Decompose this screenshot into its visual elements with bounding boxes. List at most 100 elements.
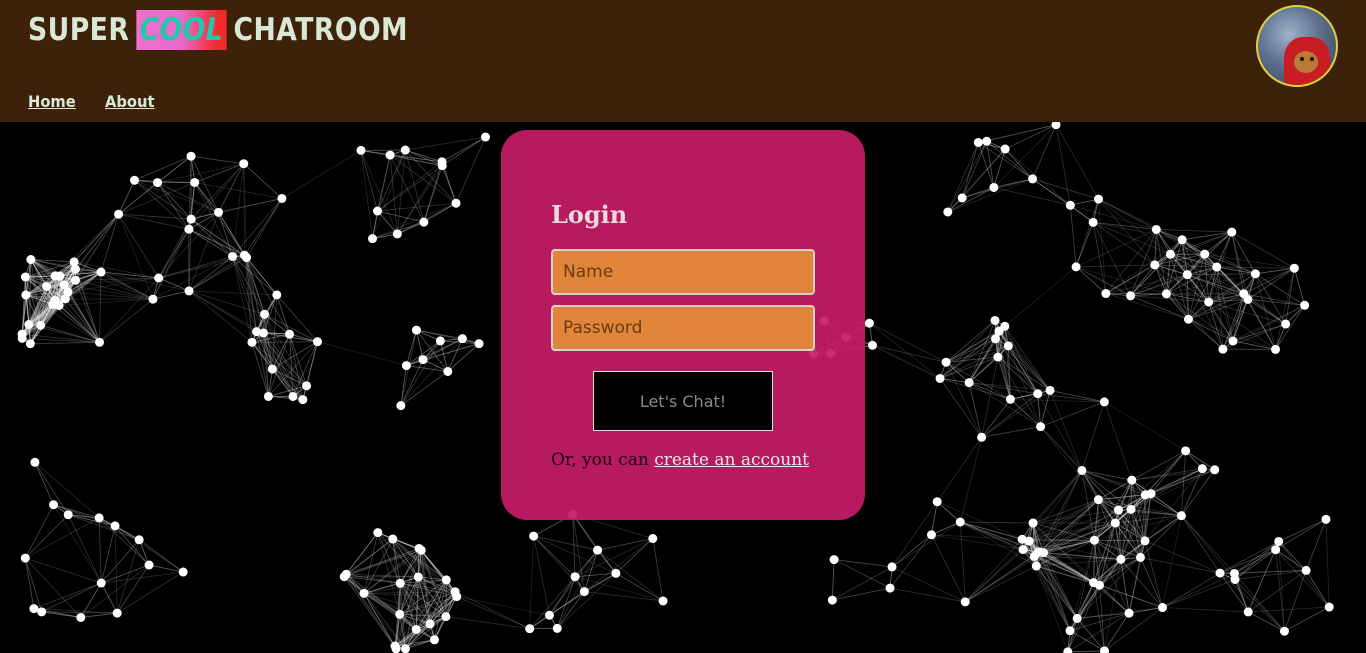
network-node	[1077, 465, 1087, 475]
network-link	[118, 213, 160, 279]
create-account-link[interactable]: create an account	[654, 450, 809, 470]
network-node	[1028, 518, 1038, 528]
network-link	[100, 525, 116, 584]
network-link	[960, 521, 1034, 524]
network-link	[832, 566, 893, 601]
network-link	[533, 536, 550, 616]
network-link	[447, 338, 463, 372]
network-node	[425, 619, 435, 629]
network-link	[1128, 557, 1141, 614]
network-link	[59, 213, 119, 277]
network-node	[1072, 613, 1082, 623]
network-node	[277, 193, 287, 203]
network-node	[827, 595, 837, 605]
network-node	[1228, 336, 1238, 346]
network-node	[1243, 607, 1253, 617]
network-node	[1135, 552, 1145, 562]
network-node	[441, 575, 451, 585]
network-link	[1188, 318, 1224, 350]
network-node	[1204, 297, 1214, 307]
network-node	[1210, 465, 1220, 475]
network-link	[556, 572, 617, 629]
nav-about-link[interactable]: About	[105, 92, 155, 111]
network-link	[584, 591, 664, 602]
network-link	[53, 504, 140, 541]
network-node	[964, 378, 974, 388]
network-link	[191, 155, 244, 165]
network-node	[20, 553, 30, 563]
network-node	[1271, 545, 1281, 555]
network-node	[312, 337, 322, 347]
network-link	[118, 182, 195, 215]
network-link	[961, 141, 988, 199]
network-node	[579, 587, 589, 597]
network-node	[1151, 224, 1161, 234]
network-link	[1162, 607, 1249, 613]
network-link	[1156, 229, 1232, 233]
brand-logo[interactable]: SUPER COOL CHATROOM	[28, 10, 408, 50]
network-link	[1092, 222, 1131, 296]
network-link	[364, 592, 457, 597]
network-node	[400, 644, 410, 653]
network-node	[1065, 626, 1075, 636]
network-link	[1162, 515, 1182, 608]
network-link	[1219, 541, 1279, 574]
network-node	[1140, 536, 1150, 546]
network-link	[964, 538, 1023, 603]
network-node	[1165, 249, 1175, 259]
user-avatar[interactable]	[1256, 5, 1338, 87]
name-input[interactable]	[551, 249, 815, 295]
network-node	[441, 612, 451, 622]
network-link	[377, 210, 424, 223]
network-link	[116, 571, 184, 614]
network-node	[186, 214, 196, 224]
network-link	[441, 165, 457, 204]
network-link	[1231, 231, 1295, 269]
network-node	[1071, 262, 1081, 272]
network-node	[1176, 511, 1186, 521]
network-link	[1247, 549, 1277, 613]
network-link	[232, 163, 245, 257]
network-node	[391, 644, 401, 653]
network-link	[1162, 572, 1221, 608]
network-link	[114, 525, 118, 614]
network-node	[395, 578, 405, 588]
network-link	[834, 559, 893, 568]
network-link	[25, 514, 69, 559]
network-link	[360, 150, 378, 212]
network-link	[1130, 469, 1215, 510]
network-node	[30, 457, 40, 467]
password-input[interactable]	[551, 305, 815, 351]
nav-home-link[interactable]: Home	[28, 92, 76, 111]
network-node	[129, 175, 139, 185]
network-node	[1215, 568, 1225, 578]
network-node	[1279, 626, 1289, 636]
avatar-eye	[1300, 57, 1304, 61]
network-link	[345, 574, 397, 650]
network-link	[188, 290, 257, 333]
network-link	[891, 521, 961, 568]
network-link	[1305, 570, 1330, 608]
network-node	[247, 337, 257, 347]
network-node	[993, 352, 1003, 362]
network-link	[959, 437, 983, 523]
network-link	[116, 564, 150, 614]
network-link	[936, 501, 961, 523]
network-link	[615, 572, 664, 602]
network-link	[116, 539, 140, 614]
network-node	[1274, 536, 1284, 546]
network-link	[157, 182, 192, 220]
network-link	[34, 462, 54, 505]
network-node	[1324, 602, 1334, 612]
network-link	[652, 538, 664, 602]
network-node	[17, 333, 27, 343]
network-node	[21, 290, 31, 300]
lets-chat-button[interactable]: Let's Chat!	[593, 371, 773, 431]
network-link	[533, 535, 576, 578]
network-link	[98, 517, 102, 584]
network-link	[152, 290, 190, 300]
network-link	[1284, 606, 1330, 632]
network-node	[60, 294, 70, 304]
network-node	[48, 300, 58, 310]
network-node	[285, 329, 295, 339]
